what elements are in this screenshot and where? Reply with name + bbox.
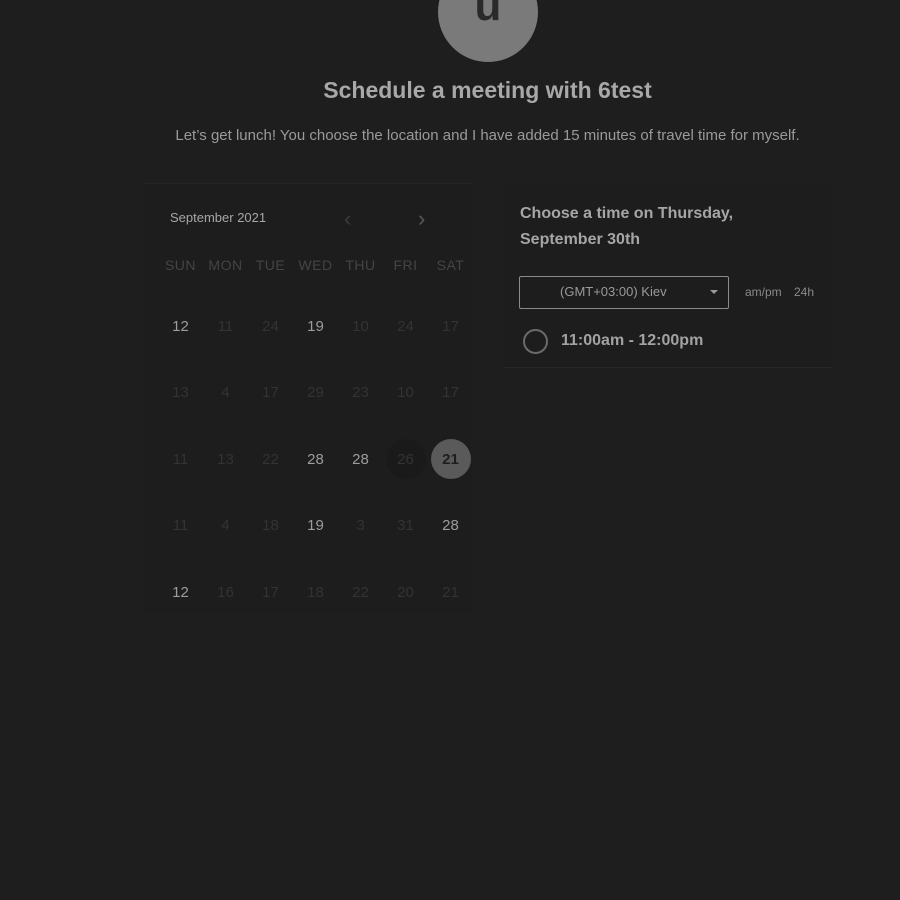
ampm-toggle[interactable]: am/pm [745,285,782,299]
meeting-description: Let’s get lunch! You choose the location… [175,127,800,144]
timezone-label: (GMT+03:00) Kiev [560,284,667,299]
time-picker: Choose a time on Thursday, September 30t… [504,183,832,368]
weekday-label: THU [345,257,376,273]
calendar-day: 13 [203,426,248,493]
day-number: 17 [262,583,279,601]
radio-button[interactable] [523,329,548,354]
calendar-day[interactable]: 12 [158,559,203,626]
day-number: 26 [397,450,414,468]
calendar-day: 11 [203,293,248,360]
calendar-day: 26 [383,426,428,493]
calendar-day: 10 [338,293,383,360]
month-label: September 2021 [170,210,267,225]
day-number: 31 [397,517,414,535]
calendar-day: 17 [428,360,473,427]
day-number: 22 [352,583,369,601]
calendar-day: 29 [293,360,338,427]
calendar-day: 31 [383,493,428,560]
day-number: 24 [262,317,279,335]
time-heading: Choose a time on Thursday, September 30t… [520,205,734,248]
day-number: 17 [442,317,459,335]
weekday-label: MON [208,257,243,273]
calendar-day[interactable]: 19 [293,493,338,560]
avatar-initial: u [474,0,502,30]
day-number: 10 [352,317,369,335]
day-number: 22 [262,450,279,468]
day-number: 28 [352,450,369,468]
day-number: 29 [307,384,324,402]
calendar-day: 10 [383,360,428,427]
caret-down-icon [710,290,718,294]
day-number: 4 [221,517,230,535]
page-title: Schedule a meeting with 6test [323,77,652,103]
calendar-day: 20 [383,559,428,626]
calendar-day: 13 [158,360,203,427]
calendar-day: 4 [203,493,248,560]
day-number: 13 [172,384,189,402]
calendar-day[interactable]: 19 [293,293,338,360]
calendar-day[interactable]: 12 [158,293,203,360]
calendar-day: 18 [293,559,338,626]
24h-toggle[interactable]: 24h [794,285,814,299]
calendar-day[interactable]: 28 [338,426,383,493]
weekday-label: SUN [164,257,197,273]
chevron-left-icon[interactable]: ‹ [344,208,351,230]
day-number: 10 [397,384,414,402]
calendar-day[interactable]: 28 [428,493,473,560]
calendar-day: 23 [338,360,383,427]
calendar-day: 11 [158,426,203,493]
day-number: 17 [442,384,459,402]
day-number: 18 [262,517,279,535]
calendar-day: 17 [248,360,293,427]
day-number: 13 [217,450,234,468]
calendar-day: 17 [248,559,293,626]
day-number: 21 [442,583,459,601]
day-number: 28 [442,517,459,535]
day-number: 12 [172,317,189,335]
calendar-day: 3 [338,493,383,560]
weekday-label: SAT [436,257,465,273]
weekday-label: TUE [255,257,286,273]
weekday-label: FRI [393,257,418,273]
time-slot-label: 11:00am - 12:00pm [561,332,704,349]
calendar-day[interactable]: 28 [293,426,338,493]
chevron-right-icon[interactable]: › [418,208,425,230]
calendar-day: 18 [248,493,293,560]
calendar-day: 24 [248,293,293,360]
selected-day[interactable]: 21 [428,426,473,493]
day-number: 23 [352,384,369,402]
day-grid: 12 11 24 19 10 24 17 13 4 17 29 23 10 17 11 13 22 28 28 26 2… [158,293,472,626]
day-number: 19 [307,317,324,335]
day-number: 19 [307,517,324,535]
calendar: September 2021 ‹ › SUN MON TUE WED THU FRI SAT… [144,183,472,612]
calendar-day: 17 [428,293,473,360]
time-slot[interactable]: 11:00am - 12:00pm [523,329,823,355]
calendar-day: 16 [203,559,248,626]
avatar: u [438,0,538,62]
day-number: 12 [172,583,189,601]
calendar-day: 4 [203,360,248,427]
day-number: 11 [172,450,189,468]
day-number: 16 [217,583,234,601]
calendar-day: 11 [158,493,203,560]
day-number: 4 [221,384,230,402]
day-number: 18 [307,583,324,601]
day-number: 11 [217,317,234,335]
timezone-dropdown[interactable]: (GMT+03:00) Kiev [519,276,729,309]
calendar-day: 24 [383,293,428,360]
calendar-day: 22 [248,426,293,493]
day-number: 17 [262,384,279,402]
day-number: 28 [307,450,324,468]
weekday-label: WED [298,257,333,273]
day-number: 20 [397,583,414,601]
calendar-day: 22 [338,559,383,626]
weekday-header: SUN MON TUE WED THU FRI SAT [158,257,472,273]
day-number: 24 [397,317,414,335]
day-number: 21 [442,450,459,468]
calendar-day: 21 [428,559,473,626]
day-number: 11 [172,517,189,535]
day-number: 3 [356,517,365,535]
